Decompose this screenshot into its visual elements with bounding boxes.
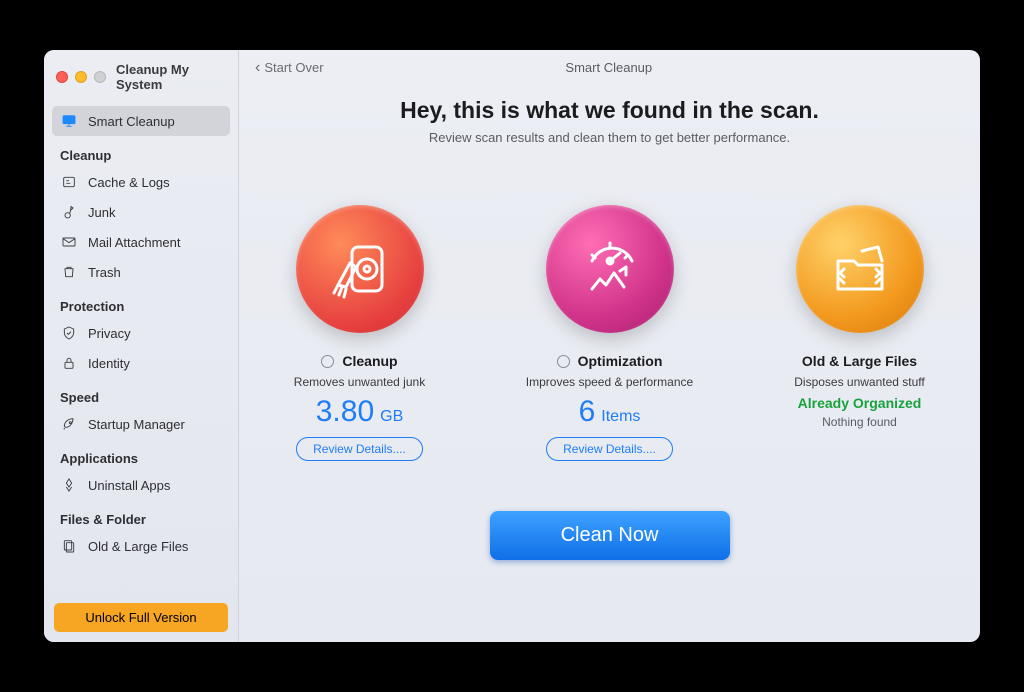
radio-icon[interactable] (557, 355, 570, 368)
review-details-cleanup-button[interactable]: Review Details.... (296, 437, 423, 461)
card-old-large: Old & Large Files Disposes unwanted stuf… (760, 205, 960, 461)
card-cleanup: Cleanup Removes unwanted junk 3.80 GB Re… (260, 205, 460, 461)
sidebar-item-mail-attachment[interactable]: Mail Attachment (52, 227, 230, 257)
card-cleanup-metric: 3.80 GB (316, 395, 404, 429)
result-cards: Cleanup Removes unwanted junk 3.80 GB Re… (260, 205, 960, 461)
card-optimization: Optimization Improves speed & performanc… (510, 205, 710, 461)
sidebar-nav: Smart Cleanup Cleanup Cache & Logs Junk … (44, 106, 238, 593)
card-optimization-sub: Improves speed & performance (526, 375, 693, 389)
sidebar-item-label: Uninstall Apps (88, 478, 170, 493)
radio-icon[interactable] (321, 355, 334, 368)
sidebar-item-smart-cleanup[interactable]: Smart Cleanup (52, 106, 230, 136)
lock-icon (60, 354, 78, 372)
titlebar: Cleanup My System (44, 56, 238, 106)
sidebar-item-label: Mail Attachment (88, 235, 181, 250)
unlock-full-version-button[interactable]: Unlock Full Version (54, 603, 228, 632)
card-title-text: Old & Large Files (802, 353, 917, 369)
page-title: Smart Cleanup (254, 60, 964, 75)
sidebar-item-label: Identity (88, 356, 130, 371)
sidebar-item-old-large-files[interactable]: Old & Large Files (52, 531, 230, 561)
main-pane: ‹ Start Over Smart Cleanup Hey, this is … (239, 50, 980, 642)
card-cleanup-title-row[interactable]: Cleanup (321, 353, 397, 369)
section-header-files-folder: Files & Folder (52, 500, 230, 531)
trash-icon (60, 263, 78, 281)
sidebar-item-identity[interactable]: Identity (52, 348, 230, 378)
card-old-large-title: Old & Large Files (802, 353, 917, 369)
close-icon[interactable] (56, 71, 68, 83)
sidebar-item-uninstall-apps[interactable]: Uninstall Apps (52, 470, 230, 500)
card-optimization-title-row[interactable]: Optimization (557, 353, 663, 369)
old-large-circle-icon (796, 205, 924, 333)
sidebar-item-label: Startup Manager (88, 417, 185, 432)
sidebar-item-junk[interactable]: Junk (52, 197, 230, 227)
sidebar-item-cache-logs[interactable]: Cache & Logs (52, 167, 230, 197)
sidebar-item-label: Smart Cleanup (88, 114, 175, 129)
sidebar-item-label: Privacy (88, 326, 131, 341)
card-cleanup-sub: Removes unwanted junk (294, 375, 425, 389)
section-header-applications: Applications (52, 439, 230, 470)
status-organized: Already Organized (798, 395, 922, 411)
sidebar-item-startup-manager[interactable]: Startup Manager (52, 409, 230, 439)
card-optimization-metric: 6 Items (579, 395, 641, 429)
card-title-text: Optimization (578, 353, 663, 369)
zoom-icon[interactable] (94, 71, 106, 83)
uninstall-icon (60, 476, 78, 494)
optimization-circle-icon (546, 205, 674, 333)
content: Hey, this is what we found in the scan. … (239, 83, 980, 642)
sidebar-item-label: Cache & Logs (88, 175, 170, 190)
subheadline: Review scan results and clean them to ge… (429, 130, 790, 145)
mail-icon (60, 233, 78, 251)
minimize-icon[interactable] (75, 71, 87, 83)
sidebar-item-trash[interactable]: Trash (52, 257, 230, 287)
card-old-large-sub: Disposes unwanted stuff (794, 375, 925, 389)
sidebar-item-label: Trash (88, 265, 121, 280)
section-header-protection: Protection (52, 287, 230, 318)
monitor-icon (60, 112, 78, 130)
section-header-speed: Speed (52, 378, 230, 409)
topbar: ‹ Start Over Smart Cleanup (239, 50, 980, 83)
cleanup-circle-icon (296, 205, 424, 333)
sidebar-item-label: Junk (88, 205, 115, 220)
sidebar-item-label: Old & Large Files (88, 539, 188, 554)
app-window: Cleanup My System Smart Cleanup Cleanup … (44, 50, 980, 642)
card-title-text: Cleanup (342, 353, 397, 369)
clean-now-button[interactable]: Clean Now (490, 511, 730, 560)
junk-icon (60, 203, 78, 221)
rocket-icon (60, 415, 78, 433)
sidebar-item-privacy[interactable]: Privacy (52, 318, 230, 348)
files-icon (60, 537, 78, 555)
sidebar: Cleanup My System Smart Cleanup Cleanup … (44, 50, 239, 642)
status-nothing-found: Nothing found (822, 415, 897, 429)
section-header-cleanup: Cleanup (52, 136, 230, 167)
log-icon (60, 173, 78, 191)
headline: Hey, this is what we found in the scan. (400, 97, 819, 124)
traffic-lights (56, 71, 106, 83)
shield-icon (60, 324, 78, 342)
review-details-optimization-button[interactable]: Review Details.... (546, 437, 673, 461)
window-title: Cleanup My System (116, 62, 226, 92)
